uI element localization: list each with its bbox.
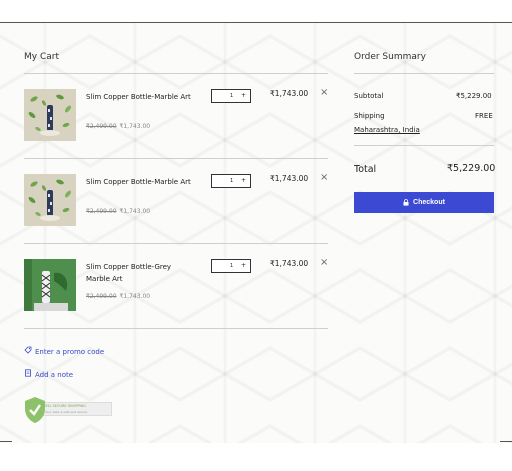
quantity-stepper[interactable]: − 1 + bbox=[211, 259, 251, 273]
total-label: Total bbox=[354, 164, 377, 175]
tag-icon bbox=[24, 346, 32, 356]
cart-bottom-divider bbox=[24, 328, 328, 329]
quantity-stepper[interactable]: − 1 + bbox=[211, 174, 251, 188]
footer-divider-left bbox=[0, 441, 12, 442]
shipping-value: FREE bbox=[475, 112, 493, 120]
checkout-button[interactable]: Checkout bbox=[354, 192, 494, 213]
cart-page bbox=[0, 23, 512, 443]
quantity-stepper[interactable]: − 1 + bbox=[211, 89, 251, 103]
promo-code-link[interactable]: Enter a promo code bbox=[24, 346, 104, 356]
shield-check-icon bbox=[25, 397, 45, 423]
cart-item: Slim Copper Bottle-Grey Marble Art ₹2,49… bbox=[24, 257, 328, 311]
note-icon bbox=[24, 369, 32, 379]
checkout-label: Checkout bbox=[413, 199, 445, 206]
add-note-label: Add a note bbox=[35, 371, 74, 379]
remove-item-icon[interactable]: × bbox=[320, 172, 328, 183]
promo-code-label: Enter a promo code bbox=[35, 348, 105, 356]
sale-price: ₹1,743.00 bbox=[119, 123, 151, 130]
badge-subtitle: Your data is safe and secure bbox=[45, 410, 88, 414]
grey-marble-bottle-green-photo bbox=[24, 259, 76, 311]
increment-button[interactable]: + bbox=[241, 260, 246, 272]
secure-shopping-badge: SSL SECURE SHOPPING Your data is safe an… bbox=[24, 396, 112, 424]
sale-price: ₹1,743.00 bbox=[119, 293, 151, 300]
shipping-location-link[interactable]: Maharashtra, India bbox=[354, 126, 420, 134]
cart-item: Slim Copper Bottle-Marble Art ₹2,499.00 ₹… bbox=[24, 87, 328, 141]
original-price: ₹2,499.00 bbox=[86, 208, 117, 215]
subtotal-label: Subtotal bbox=[354, 92, 384, 100]
product-image[interactable] bbox=[24, 259, 76, 311]
remove-item-icon[interactable]: × bbox=[320, 87, 328, 98]
add-note-link[interactable]: Add a note bbox=[24, 369, 73, 379]
decrement-button[interactable]: − bbox=[216, 90, 220, 102]
lock-icon bbox=[403, 199, 409, 206]
product-image[interactable] bbox=[24, 174, 76, 226]
shipping-label: Shipping bbox=[354, 112, 385, 120]
original-price: ₹2,499.00 bbox=[86, 123, 117, 130]
cart-divider bbox=[24, 73, 328, 74]
item-divider bbox=[24, 158, 328, 159]
item-name[interactable]: Slim Copper Bottle-Marble Art bbox=[86, 176, 196, 188]
original-price: ₹2,499.00 bbox=[86, 293, 117, 300]
summary-divider bbox=[354, 73, 494, 74]
cart-title: My Cart bbox=[24, 52, 59, 62]
decrement-button[interactable]: − bbox=[216, 175, 220, 187]
line-total: ₹1,743.00 bbox=[270, 174, 309, 183]
marble-bottle-leaves-photo bbox=[24, 174, 76, 226]
cart-item: Slim Copper Bottle-Marble Art ₹2,499.00 ₹… bbox=[24, 172, 328, 226]
quantity-value[interactable]: 1 bbox=[230, 175, 233, 187]
total-value: ₹5,229.00 bbox=[447, 163, 496, 174]
item-name[interactable]: Slim Copper Bottle-Grey Marble Art bbox=[86, 261, 196, 285]
quantity-value[interactable]: 1 bbox=[230, 260, 233, 272]
item-price: ₹2,499.00 ₹1,743.00 bbox=[86, 123, 150, 130]
increment-button[interactable]: + bbox=[241, 175, 246, 187]
line-total: ₹1,743.00 bbox=[270, 259, 309, 268]
line-total: ₹1,743.00 bbox=[270, 89, 309, 98]
subtotal-value: ₹5,229.00 bbox=[456, 92, 492, 100]
total-divider bbox=[354, 145, 494, 146]
badge-title: SSL SECURE SHOPPING bbox=[45, 404, 86, 408]
badge-band: SSL SECURE SHOPPING Your data is safe an… bbox=[40, 402, 112, 416]
item-divider bbox=[24, 243, 328, 244]
footer-divider-right bbox=[500, 441, 512, 442]
item-name[interactable]: Slim Copper Bottle-Marble Art bbox=[86, 91, 196, 103]
decrement-button[interactable]: − bbox=[216, 260, 220, 272]
remove-item-icon[interactable]: × bbox=[320, 257, 328, 268]
marble-bottle-leaves-photo bbox=[24, 89, 76, 141]
quantity-value[interactable]: 1 bbox=[230, 90, 233, 102]
sale-price: ₹1,743.00 bbox=[119, 208, 151, 215]
increment-button[interactable]: + bbox=[241, 90, 246, 102]
product-image[interactable] bbox=[24, 89, 76, 141]
item-price: ₹2,499.00 ₹1,743.00 bbox=[86, 208, 150, 215]
item-price: ₹2,499.00 ₹1,743.00 bbox=[86, 293, 150, 300]
order-summary-title: Order Summary bbox=[354, 52, 426, 62]
